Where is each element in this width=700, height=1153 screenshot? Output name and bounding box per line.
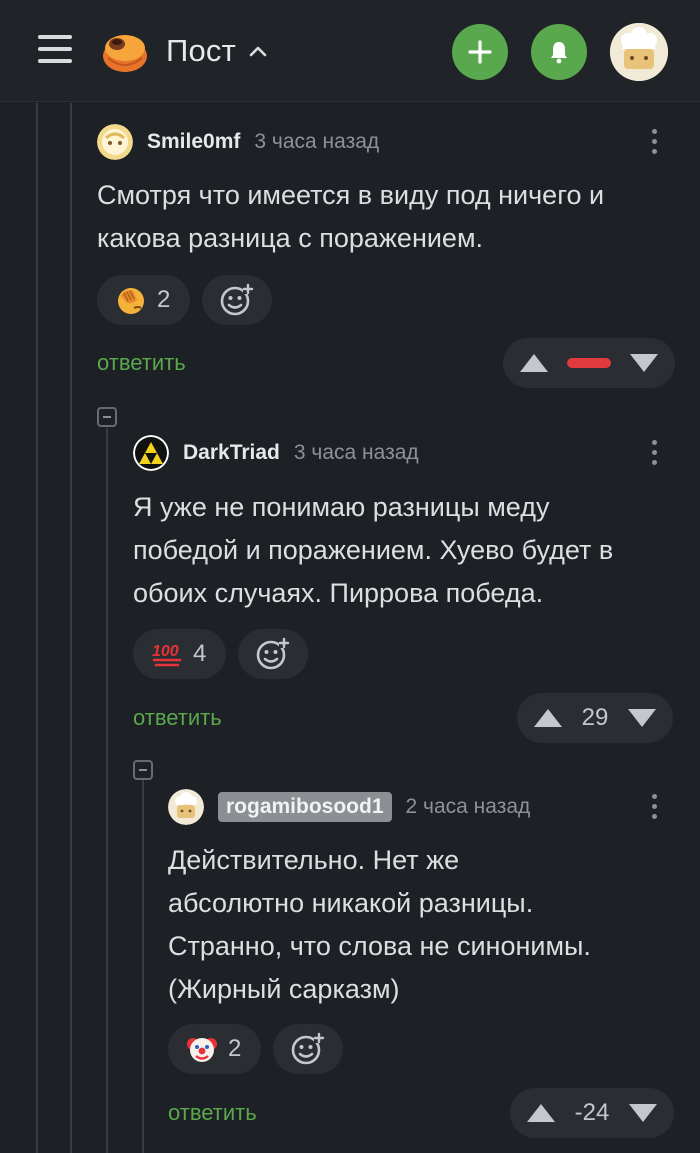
add-reaction-button[interactable] [238, 629, 309, 679]
rating-control: -24 [510, 1088, 674, 1138]
add-reaction-button[interactable] [273, 1024, 344, 1074]
hundred-points-emoji-icon: 100 [152, 643, 182, 667]
comment-text-line: Смотря что имеется в виду под ничего и [97, 180, 605, 210]
chevron-up-icon [249, 46, 267, 57]
add-post-button[interactable] [452, 24, 508, 80]
comment-author[interactable]: DarkTriad [183, 441, 280, 465]
reply-link[interactable]: ответить [97, 350, 186, 376]
reactions: 2 [97, 275, 273, 325]
upvote-icon[interactable] [519, 352, 549, 374]
comment-header: rogamibosood1 2 часа назад [168, 789, 530, 825]
avatar[interactable] [97, 124, 133, 160]
comment-time[interactable]: 2 часа назад [406, 795, 531, 819]
collapse-thread-button[interactable] [97, 407, 117, 427]
reaction-count: 2 [157, 286, 171, 313]
comment-text: Я уже не понимаю разницы меду победой и … [133, 486, 613, 615]
reactions: 2 [168, 1024, 344, 1074]
comment: Smile0mf 3 часа назад Смотря что имеется… [97, 124, 687, 394]
upvote-icon[interactable] [526, 1102, 556, 1124]
user-avatar-icon [97, 124, 133, 160]
app-bar: Пост [0, 0, 700, 102]
comment-text-line: Действительно. Нет же [168, 845, 460, 875]
add-emoji-icon [292, 1032, 325, 1065]
downvote-icon[interactable] [627, 707, 657, 729]
page-title: Пост [166, 33, 237, 68]
rating-score: 29 [581, 704, 609, 731]
comment-time[interactable]: 3 часа назад [254, 130, 379, 154]
svg-text:100: 100 [152, 643, 179, 660]
menu-icon[interactable] [38, 33, 72, 67]
add-emoji-icon [221, 283, 254, 316]
plus-icon [468, 40, 492, 64]
reply-link[interactable]: ответить [168, 1100, 257, 1126]
rating-score: -24 [574, 1099, 610, 1126]
reaction-pill[interactable]: 2 [97, 275, 191, 325]
comment-text-line: какова разница с поражением. [97, 223, 484, 253]
reaction-count: 4 [193, 640, 207, 667]
more-options-icon[interactable] [644, 435, 664, 471]
reaction-pill[interactable]: 2 [168, 1024, 262, 1074]
comment: DarkTriad 3 часа назад Я уже не понимаю … [133, 435, 687, 745]
profile-avatar[interactable] [610, 23, 668, 81]
rating-control [503, 338, 675, 388]
upvote-icon[interactable] [533, 707, 563, 729]
avatar[interactable] [133, 435, 169, 471]
rating-control: 29 [517, 693, 673, 743]
pikabu-logo[interactable] [98, 26, 150, 76]
comment-text-line: Я уже не понимаю разницы меду [133, 492, 550, 522]
user-avatar-icon [168, 789, 204, 825]
comment-text: Смотря что имеется в виду под ничего и к… [97, 174, 604, 260]
comment-author[interactable]: rogamibosood1 [218, 792, 392, 822]
comment-text: Действительно. Нет же абсолютно никакой … [168, 839, 591, 1011]
thread-line [106, 428, 108, 1153]
add-reaction-button[interactable] [202, 275, 273, 325]
bell-icon [551, 42, 567, 64]
more-options-icon[interactable] [644, 789, 664, 825]
collapse-thread-button[interactable] [133, 760, 153, 780]
comment-text-line: абсолютно никакой разницы. [168, 888, 534, 918]
facepalm-emoji-icon [118, 288, 144, 314]
comment-header: Smile0mf 3 часа назад [97, 124, 379, 160]
notifications-button[interactable] [531, 24, 587, 80]
reactions: 100 4 [133, 629, 309, 679]
comment-author[interactable]: Smile0mf [147, 130, 240, 154]
triforce-avatar-icon [133, 435, 169, 471]
comment-text-line: Странно, что слова не синонимы. [168, 931, 591, 961]
add-emoji-icon [257, 637, 290, 670]
clown-emoji-icon [187, 1038, 217, 1062]
user-avatar-icon [610, 23, 668, 81]
downvote-icon[interactable] [629, 352, 659, 374]
more-options-icon[interactable] [644, 124, 664, 160]
page-title-dropdown[interactable]: Пост [166, 30, 268, 72]
avatar[interactable] [168, 789, 204, 825]
thread-line [36, 103, 38, 1153]
thread-line [142, 780, 144, 1153]
negative-rating-bar [567, 358, 611, 368]
comment-header: DarkTriad 3 часа назад [133, 435, 419, 471]
comment: rogamibosood1 2 часа назад Действительно… [168, 789, 687, 1139]
comment-time[interactable]: 3 часа назад [294, 441, 419, 465]
comment-text-line: (Жирный сарказм) [168, 974, 400, 1004]
thread-line [70, 103, 72, 1153]
comment-text-line: победой и поражением. Хуево будет в [133, 535, 614, 565]
reply-link[interactable]: ответить [133, 705, 222, 731]
reaction-pill[interactable]: 100 4 [133, 629, 227, 679]
reaction-count: 2 [228, 1035, 242, 1062]
downvote-icon[interactable] [628, 1102, 658, 1124]
comment-text-line: обоих случаях. Пиррова победа. [133, 578, 544, 608]
